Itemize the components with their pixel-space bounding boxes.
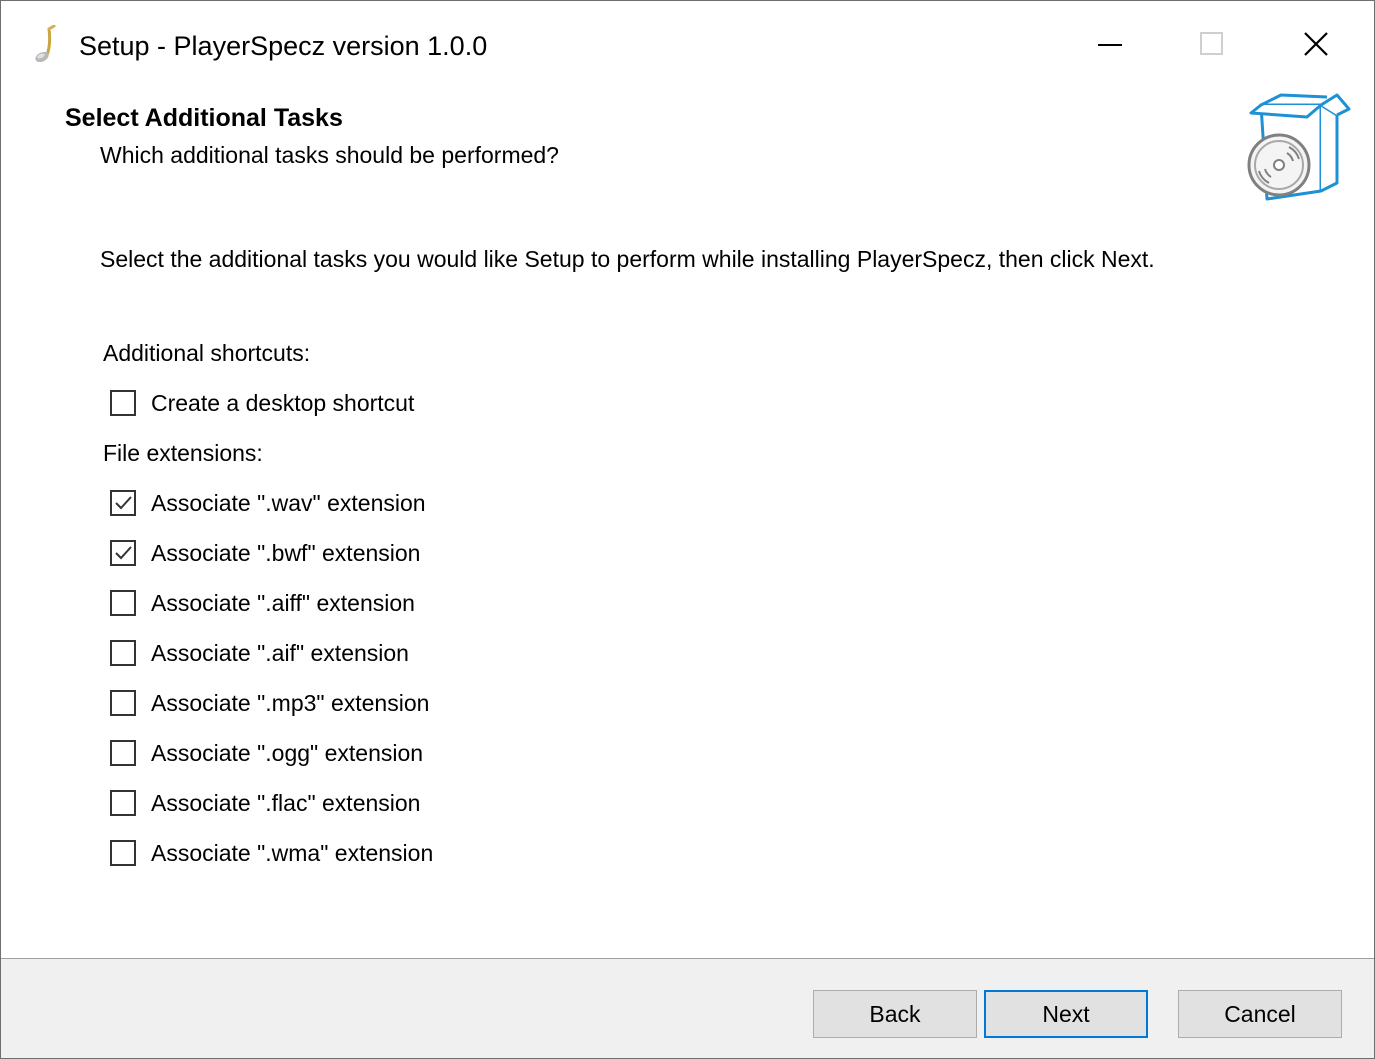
task-associate-aif[interactable]: Associate ".aif" extension (110, 633, 409, 673)
checkbox[interactable] (110, 690, 136, 716)
task-associate-mp3[interactable]: Associate ".mp3" extension (110, 683, 429, 723)
group-label-shortcuts: Additional shortcuts: (103, 340, 311, 366)
task-associate-ogg[interactable]: Associate ".ogg" extension (110, 733, 423, 773)
instructions-text: Select the additional tasks you would li… (100, 246, 1155, 272)
checkmark-icon (115, 546, 132, 560)
title-bar[interactable]: Setup - PlayerSpecz version 1.0.0 (1, 1, 1374, 89)
task-label: Associate ".aiff" extension (151, 590, 415, 616)
task-label: Associate ".mp3" extension (151, 690, 430, 716)
checkbox-checked[interactable] (110, 490, 136, 516)
next-button[interactable]: Next (984, 990, 1148, 1038)
task-label: Associate ".bwf" extension (151, 540, 421, 566)
checkmark-icon (115, 496, 132, 510)
checkbox[interactable] (110, 790, 136, 816)
task-label: Associate ".wma" extension (151, 840, 434, 866)
task-associate-flac[interactable]: Associate ".flac" extension (110, 783, 420, 823)
music-note-icon (31, 24, 59, 65)
task-label: Associate ".wav" extension (151, 490, 426, 516)
window-title: Setup - PlayerSpecz version 1.0.0 (79, 31, 488, 61)
group-label-file-extensions: File extensions: (103, 440, 263, 466)
close-icon (1304, 32, 1328, 56)
task-label: Associate ".ogg" extension (151, 740, 424, 766)
task-label: Associate ".aif" extension (151, 640, 409, 666)
setup-window: Setup - PlayerSpecz version 1.0.0 Select… (0, 0, 1375, 1059)
checkbox[interactable] (110, 390, 136, 416)
software-box-cd-icon (1237, 87, 1357, 207)
button-bar (1, 958, 1374, 1058)
maximize-icon (1200, 32, 1223, 55)
checkbox[interactable] (110, 640, 136, 666)
task-associate-aiff[interactable]: Associate ".aiff" extension (110, 583, 415, 623)
task-desktop-shortcut[interactable]: Create a desktop shortcut (110, 383, 414, 423)
minimize-icon (1098, 44, 1122, 46)
task-associate-wav[interactable]: Associate ".wav" extension (110, 483, 426, 523)
close-button[interactable] (1264, 1, 1368, 89)
checkbox[interactable] (110, 740, 136, 766)
checkbox[interactable] (110, 840, 136, 866)
task-label: Create a desktop shortcut (151, 390, 415, 416)
cancel-button[interactable]: Cancel (1178, 990, 1342, 1038)
maximize-button[interactable] (1160, 1, 1264, 89)
minimize-button[interactable] (1058, 1, 1162, 89)
page-subtitle: Which additional tasks should be perform… (100, 142, 559, 168)
task-associate-wma[interactable]: Associate ".wma" extension (110, 833, 433, 873)
checkbox[interactable] (110, 590, 136, 616)
checkbox-checked[interactable] (110, 540, 136, 566)
task-label: Associate ".flac" extension (151, 790, 421, 816)
task-associate-bwf[interactable]: Associate ".bwf" extension (110, 533, 420, 573)
page-title: Select Additional Tasks (65, 104, 343, 132)
back-button[interactable]: Back (813, 990, 977, 1038)
